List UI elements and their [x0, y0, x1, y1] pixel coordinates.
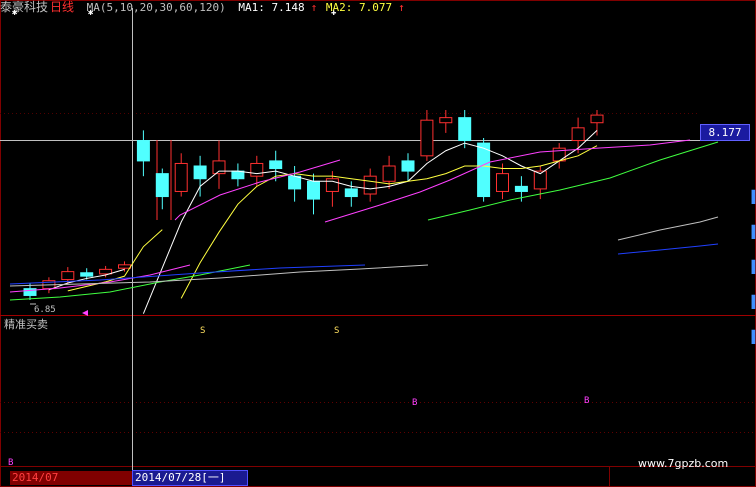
ma-lines-layer	[48, 129, 598, 314]
candle[interactable]	[118, 264, 131, 269]
candle[interactable]	[174, 162, 188, 192]
ma30-line	[427, 141, 719, 221]
candle[interactable]	[590, 114, 604, 124]
candle[interactable]	[307, 180, 320, 200]
candle[interactable]	[514, 185, 528, 192]
period-label[interactable]: 日线	[50, 0, 74, 14]
candle[interactable]	[269, 160, 283, 170]
price-box: 8.177	[700, 124, 750, 141]
low-price-label: 6.85	[34, 305, 56, 315]
subchart-title[interactable]: 精准买卖	[4, 316, 48, 332]
candle[interactable]	[363, 175, 377, 195]
candle[interactable]	[288, 175, 302, 190]
sell-signal: S	[200, 326, 206, 336]
ma120-line	[617, 243, 719, 255]
candle[interactable]	[325, 178, 339, 192]
long-ma-lines	[9, 139, 719, 301]
candle[interactable]	[231, 170, 245, 180]
candle[interactable]	[420, 119, 434, 157]
chart-frame	[0, 0, 756, 487]
watermark: www.7gpzb.com	[638, 457, 729, 470]
ma1-line	[142, 129, 598, 314]
candle[interactable]	[571, 127, 585, 142]
candle[interactable]	[99, 268, 113, 275]
kline-chart[interactable]	[0, 0, 756, 487]
buy-signal: B	[412, 398, 418, 408]
date-axis-label: 2014/07	[10, 471, 132, 485]
candle[interactable]	[458, 117, 472, 142]
candle[interactable]	[193, 165, 207, 180]
ma60-line	[617, 216, 719, 241]
sell-signal: S	[334, 326, 340, 336]
stock-name[interactable]: 泰豪科技	[0, 0, 48, 14]
buy-signal: B	[8, 458, 14, 468]
chart-header: 泰豪科技 日线 MA(5,10,20,30,60,120) MA1: 7.148 ↑…	[0, 0, 407, 16]
up-arrow-icon: ↑	[398, 1, 405, 14]
ma1-value: MA1: 7.148	[238, 1, 305, 14]
ma-params: MA(5,10,20,30,60,120)	[86, 1, 226, 14]
side-panel-glyph-icon[interactable]: ▐	[748, 330, 755, 344]
candle[interactable]	[136, 140, 150, 162]
candle[interactable]	[61, 271, 75, 281]
side-panel-glyph-icon[interactable]: ▐	[748, 190, 755, 204]
up-arrow-icon: ↑	[310, 1, 318, 14]
candle[interactable]	[401, 160, 415, 172]
side-panel-glyph-icon[interactable]: ▐	[748, 295, 755, 309]
crosshair	[0, 8, 700, 470]
candle[interactable]	[496, 173, 509, 192]
candle[interactable]	[80, 272, 94, 277]
star-icon: ✱	[12, 8, 18, 18]
candle[interactable]	[439, 117, 453, 124]
candle[interactable]	[344, 188, 358, 198]
candle[interactable]	[477, 142, 491, 198]
side-panel-glyph-icon[interactable]: ▐	[748, 225, 755, 239]
side-panel-glyph-icon[interactable]: ▐	[748, 260, 755, 274]
star-icon: ✱	[88, 8, 94, 18]
candle[interactable]	[382, 165, 396, 182]
buy-signal: B	[584, 396, 590, 406]
candle[interactable]	[250, 162, 264, 177]
candle[interactable]	[155, 173, 169, 198]
cursor-date-box: 2014/07/28[一]	[132, 470, 248, 486]
cross-cursor-icon: ✚	[331, 8, 337, 18]
